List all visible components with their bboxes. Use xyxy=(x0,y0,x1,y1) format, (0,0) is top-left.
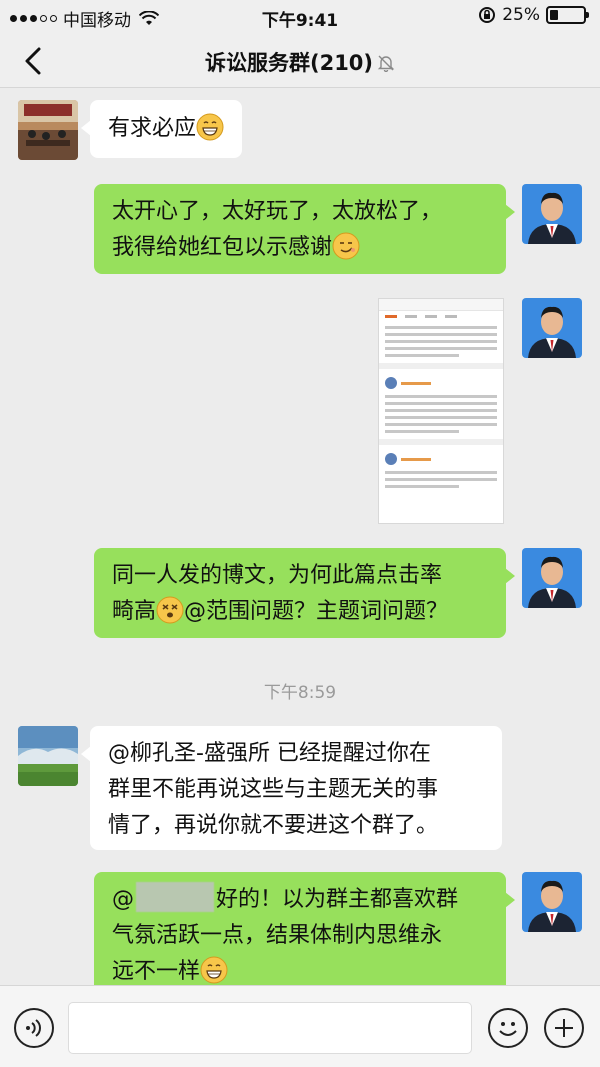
message-line: 远不一样 xyxy=(112,959,201,984)
message-line: 我得给她红包以示感谢 xyxy=(112,235,333,260)
message-line: 畸高 xyxy=(112,599,157,624)
avatar[interactable] xyxy=(522,872,582,932)
status-bar: 中国移动 下午9:41 25% xyxy=(0,0,600,34)
message-line: 气氛活跃一点，结果体制内思维永 xyxy=(112,923,443,948)
avatar[interactable] xyxy=(18,100,78,160)
voice-button[interactable] xyxy=(14,1008,54,1048)
grin-emoji xyxy=(196,113,224,141)
mention-at: @ xyxy=(112,887,134,912)
screenshot-header xyxy=(379,299,503,311)
message-bubble-incoming[interactable]: @柳孔圣-盛强所 已经提醒过你在 群里不能再说这些与主题无关的事 情了，再说你就… xyxy=(81,726,502,850)
man-portrait-avatar-image xyxy=(522,548,582,608)
message-input[interactable] xyxy=(68,1002,472,1054)
screenshot-tabs xyxy=(379,311,503,322)
message-bubble-outgoing[interactable]: 太开心了，太好玩了，太放松了， 我得给她红包以示感谢 xyxy=(94,184,515,274)
avatar[interactable] xyxy=(18,726,78,786)
emoji-button[interactable] xyxy=(488,1008,528,1048)
man-portrait-avatar-image xyxy=(522,298,582,358)
bell-muted-icon xyxy=(377,55,395,72)
nav-bar: 诉讼服务群(210) xyxy=(0,34,600,88)
message-bubble-outgoing[interactable]: 同一人发的博文，为何此篇点击率 畸高 @范围问题？主题词问题？ xyxy=(94,548,515,638)
message-line: 群里不能再说这些与主题无关的事 xyxy=(108,777,439,802)
man-portrait-avatar-image xyxy=(522,184,582,244)
message-line: @柳孔圣-盛强所 已经提醒过你在 xyxy=(108,741,431,766)
input-bar xyxy=(0,985,600,1067)
battery-percent: 25% xyxy=(502,5,540,25)
message-bubble-outgoing[interactable]: @ 好的！以为群主都喜欢群 气氛活跃一点，结果体制内思维永 远不一样 xyxy=(94,872,515,998)
message-line: 情了，再说你就不要进这个群了。 xyxy=(108,813,439,838)
avatar[interactable] xyxy=(522,184,582,244)
chat-title[interactable]: 诉讼服务群(210) xyxy=(0,47,600,77)
chat-title-text: 诉讼服务群(210) xyxy=(204,51,374,75)
voice-icon xyxy=(26,1019,41,1037)
message-line: @范围问题？主题词问题？ xyxy=(184,599,449,624)
man-portrait-avatar-image xyxy=(522,872,582,932)
more-button[interactable] xyxy=(544,1008,584,1048)
blurred-mention xyxy=(136,882,214,912)
image-message-screenshot[interactable] xyxy=(378,298,504,524)
plus-icon xyxy=(555,1019,573,1037)
landscape-avatar-image xyxy=(18,726,78,786)
battery-level xyxy=(550,10,558,20)
avatar[interactable] xyxy=(522,298,582,358)
avatar[interactable] xyxy=(522,548,582,608)
chat-area[interactable]: 有求必应 太开心了，太好玩了，太放松了， 我得给她红包以示感谢 同一人发的博文，… xyxy=(0,88,600,998)
chat-timestamp: 下午8:59 xyxy=(263,683,337,703)
dizzy-emoji xyxy=(156,596,184,624)
message-bubble-incoming[interactable]: 有求必应 xyxy=(80,100,243,158)
meeting-room-avatar-image xyxy=(18,100,78,160)
screenshot-post-header xyxy=(379,451,503,467)
message-text: 有求必应 xyxy=(108,116,197,141)
message-line: 同一人发的博文，为何此篇点击率 xyxy=(112,563,443,588)
battery-icon xyxy=(546,6,589,24)
smirk-emoji xyxy=(332,232,360,260)
screenshot-post-header xyxy=(379,375,503,391)
message-line: 好的！以为群主都喜欢群 xyxy=(216,887,459,912)
rotation-lock-icon xyxy=(479,7,496,23)
message-line: 太开心了，太好玩了，太放松了， xyxy=(112,199,443,224)
smiley-icon xyxy=(499,1022,517,1036)
grin-emoji xyxy=(200,956,228,984)
